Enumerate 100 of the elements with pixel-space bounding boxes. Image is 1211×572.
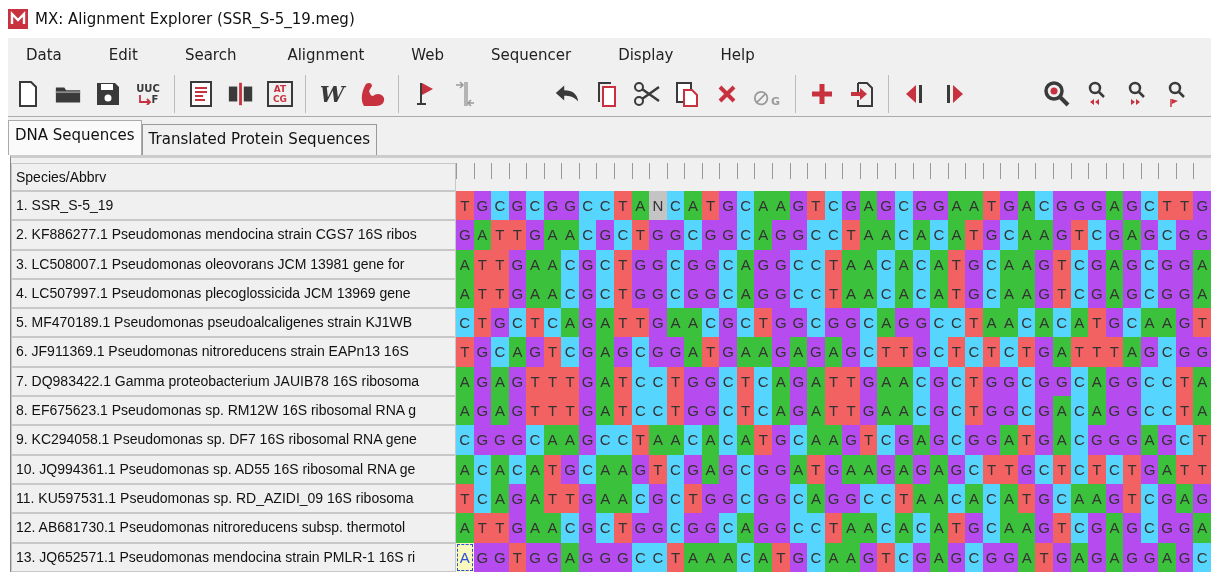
base-cell[interactable]: C xyxy=(877,278,895,309)
base-cell[interactable]: N xyxy=(649,191,667,221)
base-cell[interactable]: A xyxy=(1193,366,1211,397)
menu-item[interactable]: Web xyxy=(393,46,473,64)
base-cell[interactable]: G xyxy=(842,483,860,514)
base-cell[interactable]: T xyxy=(877,542,895,572)
base-cell[interactable]: G xyxy=(1000,396,1018,426)
base-cell[interactable]: C xyxy=(965,454,983,484)
base-cell[interactable]: G xyxy=(930,396,948,426)
base-cell[interactable]: G xyxy=(684,454,702,484)
base-cell[interactable]: G xyxy=(930,366,948,397)
base-cell[interactable]: G xyxy=(491,308,509,338)
base-cell[interactable]: T xyxy=(561,483,579,514)
base-cell[interactable]: A xyxy=(930,454,948,484)
base-cell[interactable]: A xyxy=(456,249,474,279)
base-cell[interactable]: A xyxy=(456,454,474,484)
base-cell[interactable]: A xyxy=(930,542,948,572)
species-name[interactable]: 2. KF886277.1 Pseudomonas mendocina strain CGS7 16S ribos xyxy=(11,220,456,250)
base-cell[interactable]: A xyxy=(772,366,790,397)
base-cell[interactable]: G xyxy=(965,249,983,279)
base-cell[interactable]: C xyxy=(526,425,544,455)
base-cell[interactable]: C xyxy=(719,396,737,426)
base-cell[interactable]: T xyxy=(614,308,632,338)
base-cell[interactable]: G xyxy=(965,513,983,543)
base-cell[interactable]: G xyxy=(877,191,895,221)
base-cell[interactable]: C xyxy=(456,308,474,338)
menu-item[interactable]: Edit xyxy=(90,46,167,64)
base-cell[interactable]: T xyxy=(491,278,509,309)
base-cell[interactable]: T xyxy=(842,396,860,426)
base-cell[interactable]: A xyxy=(1000,483,1018,514)
base-cell[interactable]: A xyxy=(754,191,773,221)
base-cell[interactable]: C xyxy=(719,366,737,397)
base-cell[interactable]: A xyxy=(930,278,948,309)
base-cell[interactable]: G xyxy=(1088,249,1106,279)
base-cell[interactable]: T xyxy=(965,396,983,426)
base-cell[interactable]: A xyxy=(526,454,544,484)
species-name[interactable]: 1. SSR_S-5_19 xyxy=(11,191,456,221)
species-name[interactable]: 11. KU597531.1 Pseudomonas sp. RD_AZIDI_09 16S ribosoma xyxy=(11,483,456,514)
base-cell[interactable]: A xyxy=(807,483,825,514)
base-cell[interactable]: A xyxy=(772,191,790,221)
scissors-icon[interactable] xyxy=(633,80,661,108)
base-cell[interactable]: A xyxy=(1088,366,1106,397)
base-cell[interactable]: A xyxy=(596,337,614,367)
base-cell[interactable]: G xyxy=(1158,483,1176,514)
base-cell[interactable]: C xyxy=(596,425,614,455)
w-icon[interactable]: W xyxy=(318,80,346,108)
base-cell[interactable]: A xyxy=(614,454,632,484)
base-cell[interactable]: T xyxy=(1123,483,1141,514)
base-cell[interactable]: T xyxy=(1193,425,1211,455)
base-cell[interactable]: A xyxy=(684,191,702,221)
base-cell[interactable]: T xyxy=(614,396,632,426)
base-cell[interactable]: G xyxy=(1123,366,1141,397)
save-icon[interactable] xyxy=(94,80,122,108)
base-cell[interactable]: C xyxy=(754,366,773,397)
base-cell[interactable]: A xyxy=(1000,308,1018,338)
base-cell[interactable]: T xyxy=(456,191,474,221)
base-cell[interactable]: G xyxy=(754,454,773,484)
base-cell[interactable]: G xyxy=(754,278,773,309)
base-cell[interactable]: G xyxy=(491,542,509,572)
tab[interactable]: Translated Protein Sequences xyxy=(141,124,378,155)
base-cell[interactable]: G xyxy=(561,454,579,484)
base-cell[interactable]: T xyxy=(842,220,860,250)
base-cell[interactable]: G xyxy=(772,220,790,250)
base-cell[interactable]: A xyxy=(754,220,773,250)
base-cell[interactable]: C xyxy=(1193,542,1211,572)
base-cell[interactable]: A xyxy=(456,513,474,543)
base-cell[interactable]: A xyxy=(930,249,948,279)
base-cell[interactable]: C xyxy=(649,542,667,572)
tab[interactable]: DNA Sequences xyxy=(8,120,142,155)
base-cell[interactable]: A xyxy=(1193,249,1211,279)
base-cell[interactable]: G xyxy=(1123,513,1141,543)
base-cell[interactable]: G xyxy=(649,337,667,367)
base-cell[interactable]: T xyxy=(684,483,702,514)
base-cell[interactable]: C xyxy=(719,513,737,543)
species-name[interactable]: 6. JF911369.1 Pseudomonas nitroreducens strain EAPn13 16S xyxy=(11,337,456,367)
base-cell[interactable]: T xyxy=(561,366,579,397)
base-cell[interactable]: A xyxy=(456,396,474,426)
base-cell[interactable]: A xyxy=(526,278,544,309)
base-cell[interactable]: A xyxy=(877,396,895,426)
base-cell[interactable]: G xyxy=(1158,425,1176,455)
document-icon[interactable] xyxy=(187,80,215,108)
base-cell[interactable]: G xyxy=(772,483,790,514)
base-cell[interactable]: A xyxy=(1000,278,1018,309)
base-cell[interactable]: A xyxy=(526,513,544,543)
base-cell[interactable]: T xyxy=(842,366,860,397)
base-cell[interactable]: G xyxy=(526,542,544,572)
base-cell[interactable]: G xyxy=(1000,366,1018,397)
base-cell[interactable]: A xyxy=(526,249,544,279)
base-cell[interactable]: A xyxy=(965,191,983,221)
base-cell[interactable]: C xyxy=(719,278,737,309)
base-cell[interactable]: A xyxy=(684,542,702,572)
base-cell[interactable]: A xyxy=(1193,513,1211,543)
base-cell[interactable]: G xyxy=(1035,396,1053,426)
base-cell[interactable]: C xyxy=(965,337,983,367)
base-cell[interactable]: G xyxy=(526,220,544,250)
base-cell[interactable]: A xyxy=(561,308,579,338)
base-cell[interactable]: T xyxy=(1088,308,1106,338)
base-cell[interactable]: A xyxy=(491,483,509,514)
base-cell[interactable]: G xyxy=(1035,513,1053,543)
base-cell[interactable]: T xyxy=(1035,542,1053,572)
